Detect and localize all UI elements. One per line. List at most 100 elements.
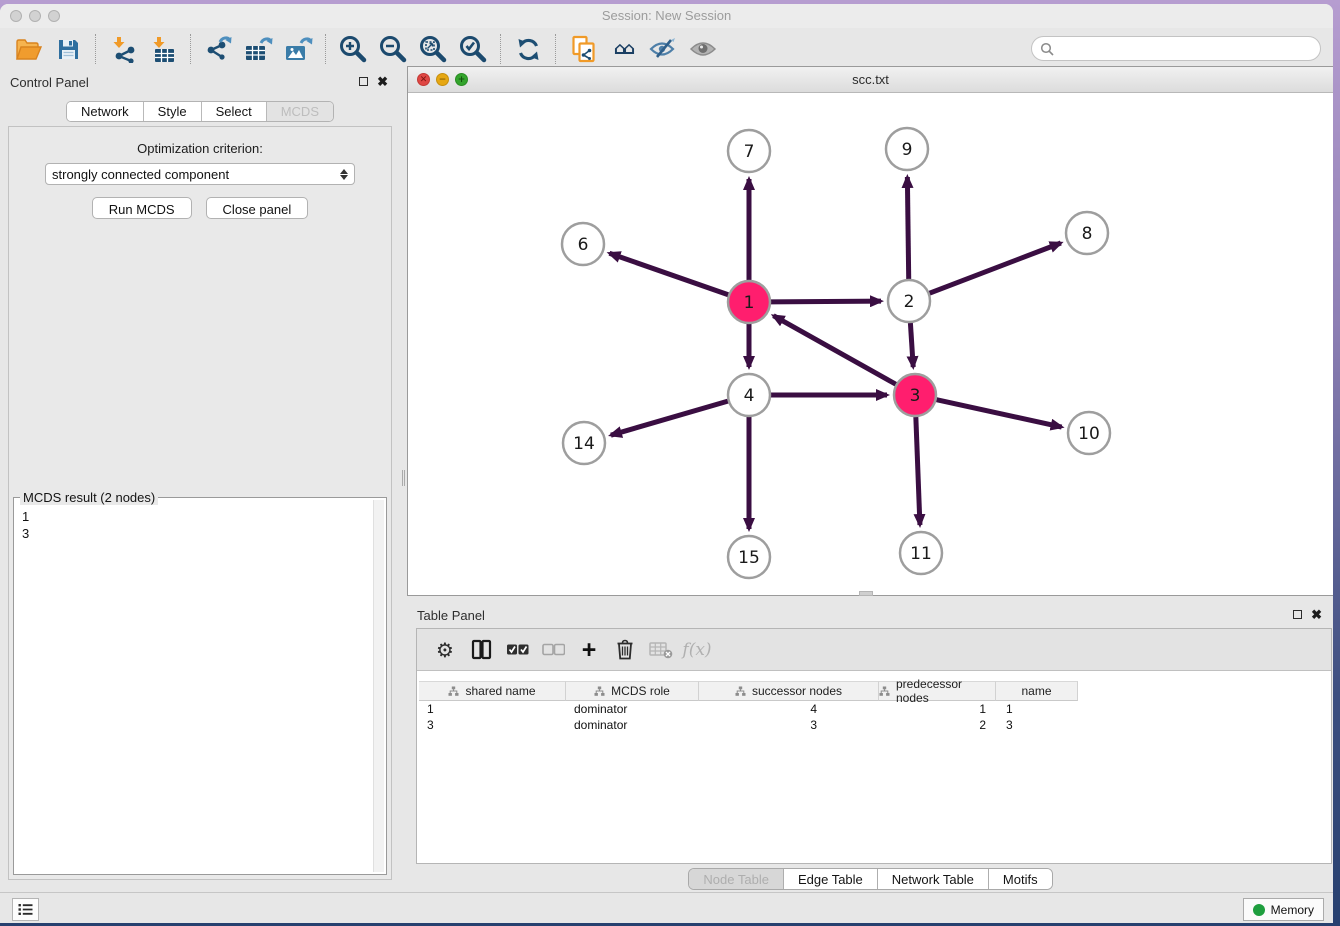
status-bar: Memory xyxy=(0,892,1333,923)
close-panel-button[interactable]: Close panel xyxy=(206,197,309,219)
node-4[interactable]: 4 xyxy=(728,374,770,416)
window-title: Session: New Session xyxy=(0,8,1333,23)
export-network-icon[interactable] xyxy=(201,33,235,65)
column-header-shared-name[interactable]: shared name xyxy=(419,681,566,701)
memory-button[interactable]: Memory xyxy=(1243,898,1324,921)
zoom-selected-icon[interactable] xyxy=(456,33,490,65)
import-table-icon[interactable] xyxy=(146,33,180,65)
edge-2-3[interactable] xyxy=(910,323,913,367)
select-all-checkboxes-icon[interactable] xyxy=(499,633,535,667)
node-8[interactable]: 8 xyxy=(1066,212,1108,254)
cell-name: 3 xyxy=(996,717,1078,733)
edge-2-9[interactable] xyxy=(907,177,908,279)
zoom-in-icon[interactable] xyxy=(336,33,370,65)
show-all-eye-icon[interactable] xyxy=(686,33,720,65)
delete-table-icon xyxy=(643,633,679,667)
column-header-label: name xyxy=(1021,684,1051,698)
edge-2-8[interactable] xyxy=(930,243,1061,293)
edge-3-1[interactable] xyxy=(773,316,895,385)
mcds-result-list[interactable]: 13 xyxy=(16,500,372,872)
export-table-icon[interactable] xyxy=(241,33,275,65)
tab-network-table[interactable]: Network Table xyxy=(878,869,989,889)
node-10[interactable]: 10 xyxy=(1068,412,1110,454)
cell-MCDS-role: dominator xyxy=(566,717,699,733)
close-panel-icon[interactable]: ✖ xyxy=(377,76,388,87)
node-14[interactable]: 14 xyxy=(563,422,605,464)
edge-3-11[interactable] xyxy=(916,417,920,525)
svg-text:9: 9 xyxy=(902,140,913,160)
tab-mcds[interactable]: MCDS xyxy=(267,102,333,121)
edge-1-6[interactable] xyxy=(609,253,728,295)
refresh-view-icon[interactable] xyxy=(511,33,545,65)
node-9[interactable]: 9 xyxy=(886,128,928,170)
export-image-icon[interactable] xyxy=(281,33,315,65)
table-body: 1dominator4113dominator323 xyxy=(419,701,1329,733)
hide-selected-eye-icon[interactable] xyxy=(646,33,680,65)
column-header-successor-nodes[interactable]: successor nodes xyxy=(699,681,879,701)
toolbar-separator xyxy=(500,34,501,64)
run-mcds-button[interactable]: Run MCDS xyxy=(92,197,192,219)
toolbar-separator xyxy=(555,34,556,64)
node-6[interactable]: 6 xyxy=(562,223,604,265)
application-window: Session: New Session xyxy=(0,4,1333,923)
result-scrollbar[interactable] xyxy=(373,500,384,872)
toolbar-separator xyxy=(325,34,326,64)
node-11[interactable]: 11 xyxy=(900,532,942,574)
svg-text:3: 3 xyxy=(910,386,921,406)
memory-status-icon xyxy=(1253,904,1265,916)
optimization-criterion-label: Optimization criterion: xyxy=(9,141,391,156)
tab-select[interactable]: Select xyxy=(202,102,267,121)
column-header-MCDS-role[interactable]: MCDS role xyxy=(566,681,699,701)
deselect-all-checkboxes-icon[interactable] xyxy=(535,633,571,667)
column-layout-icon[interactable] xyxy=(463,633,499,667)
table-row[interactable]: 3dominator323 xyxy=(419,717,1329,733)
tab-edge-table[interactable]: Edge Table xyxy=(784,869,878,889)
tab-node-table[interactable]: Node Table xyxy=(689,869,784,889)
table-panel-tabs: Node TableEdge TableNetwork TableMotifs xyxy=(688,868,1052,890)
horizontal-splitter[interactable] xyxy=(407,596,1333,604)
apply-preferred-layout-icon[interactable]: ⌂⌂ xyxy=(606,33,640,65)
duplicate-network-icon[interactable] xyxy=(566,33,600,65)
edge-3-10[interactable] xyxy=(936,400,1061,427)
node-1[interactable]: 1 xyxy=(728,281,770,323)
control-panel: Control Panel ✖ NetworkStyleSelectMCDS O… xyxy=(0,70,400,896)
splitter-grip xyxy=(402,470,405,486)
table-settings-icon[interactable]: ⚙ xyxy=(427,633,463,667)
tab-style[interactable]: Style xyxy=(144,102,202,121)
column-header-name[interactable]: name xyxy=(996,681,1078,701)
window-titlebar: Session: New Session xyxy=(0,4,1333,28)
float-panel-icon[interactable] xyxy=(1293,610,1302,619)
add-row-icon[interactable]: + xyxy=(571,633,607,667)
tree-hierarchy-icon xyxy=(594,686,605,697)
close-panel-icon[interactable]: ✖ xyxy=(1311,609,1322,620)
edge-4-14[interactable] xyxy=(611,401,728,435)
tab-motifs[interactable]: Motifs xyxy=(989,869,1052,889)
search-box[interactable] xyxy=(1031,36,1321,61)
memory-label: Memory xyxy=(1271,903,1314,917)
svg-text:8: 8 xyxy=(1082,224,1093,244)
delete-row-icon[interactable] xyxy=(607,633,643,667)
node-15[interactable]: 15 xyxy=(728,536,770,578)
table-toolbar: ⚙ + f(x) xyxy=(417,629,1331,671)
zoom-out-icon[interactable] xyxy=(376,33,410,65)
vertical-splitter[interactable] xyxy=(400,70,407,596)
import-network-icon[interactable] xyxy=(106,33,140,65)
zoom-fit-icon[interactable] xyxy=(416,33,450,65)
network-canvas[interactable]: 7 9 6 8 1 2 4 3 14 10 15 11 xyxy=(408,94,1333,595)
criterion-dropdown[interactable]: strongly connected component xyxy=(45,163,355,185)
edge-1-2[interactable] xyxy=(771,301,881,302)
network-window-title: scc.txt xyxy=(408,72,1333,87)
open-file-icon[interactable] xyxy=(11,33,45,65)
table-row[interactable]: 1dominator411 xyxy=(419,701,1329,717)
node-7[interactable]: 7 xyxy=(728,130,770,172)
node-2[interactable]: 2 xyxy=(888,280,930,322)
save-session-icon[interactable] xyxy=(51,33,85,65)
splitter-grip xyxy=(859,591,873,596)
task-history-button[interactable] xyxy=(12,898,39,921)
column-header-predecessor-nodes[interactable]: predecessor nodes xyxy=(879,681,996,701)
node-3[interactable]: 3 xyxy=(894,374,936,416)
search-input[interactable] xyxy=(1059,41,1320,56)
float-panel-icon[interactable] xyxy=(359,77,368,86)
mcds-result-line: 1 xyxy=(22,508,368,525)
tab-network[interactable]: Network xyxy=(67,102,144,121)
